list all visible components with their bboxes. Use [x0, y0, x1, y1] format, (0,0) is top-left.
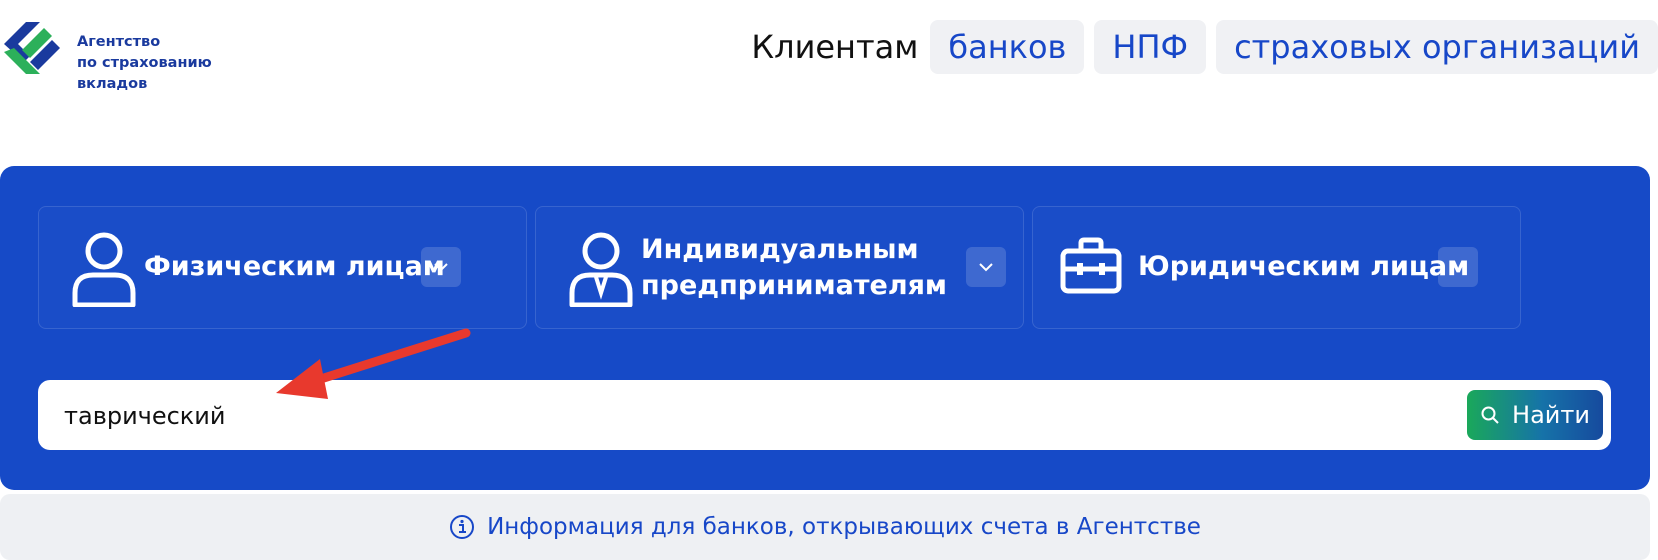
briefcase-icon	[1060, 237, 1122, 294]
search-button[interactable]: Найти	[1467, 390, 1603, 440]
logo-mark-icon	[4, 22, 60, 74]
asv-logo[interactable]: Агентство по страхованию вкладов	[0, 16, 240, 92]
nav-item-npf[interactable]: НПФ	[1094, 20, 1207, 74]
bank-info-text: Информация для банков, открывающих счета…	[487, 514, 1201, 540]
category-entrepreneurs-label-line-1: Индивидуальным	[641, 234, 919, 265]
category-legal-entities-label: Юридическим лицам	[1138, 251, 1470, 282]
annotation-arrow-icon	[276, 328, 471, 399]
category-entrepreneurs[interactable]: Индивидуальным предпринимателям	[535, 206, 1024, 329]
clients-nav: Клиентам банков НПФ страховых организаци…	[751, 20, 1658, 74]
logo-line-1: Агентство	[77, 34, 161, 50]
chevron-down-icon[interactable]	[1438, 247, 1478, 287]
logo-line-2: по страхованию	[77, 55, 212, 71]
category-entrepreneurs-label: Индивидуальным предпринимателям	[641, 232, 947, 304]
category-entrepreneurs-label-line-2: предпринимателям	[641, 270, 948, 301]
chevron-down-icon[interactable]	[966, 247, 1006, 287]
search-button-label: Найти	[1512, 401, 1590, 429]
nav-label: Клиентам	[751, 28, 919, 66]
search-icon	[1481, 406, 1499, 424]
chevron-down-icon[interactable]	[421, 247, 461, 287]
category-individuals-label: Физическим лицам	[144, 251, 445, 282]
bank-info-link[interactable]: Информация для банков, открывающих счета…	[0, 494, 1650, 560]
category-legal-entities[interactable]: Юридическим лицам	[1032, 206, 1521, 329]
logo-text: Агентство по страхованию вкладов	[77, 32, 247, 95]
logo-line-3: вкладов	[77, 76, 148, 92]
services-panel: Физическим лицам Индивидуальным предприн…	[0, 166, 1650, 490]
info-icon	[450, 515, 475, 539]
nav-item-banks[interactable]: банков	[930, 20, 1085, 74]
entrepreneur-icon	[569, 232, 633, 307]
person-icon	[72, 232, 136, 307]
nav-item-insurance[interactable]: страховых организаций	[1216, 20, 1658, 74]
category-individuals[interactable]: Физическим лицам	[38, 206, 527, 329]
